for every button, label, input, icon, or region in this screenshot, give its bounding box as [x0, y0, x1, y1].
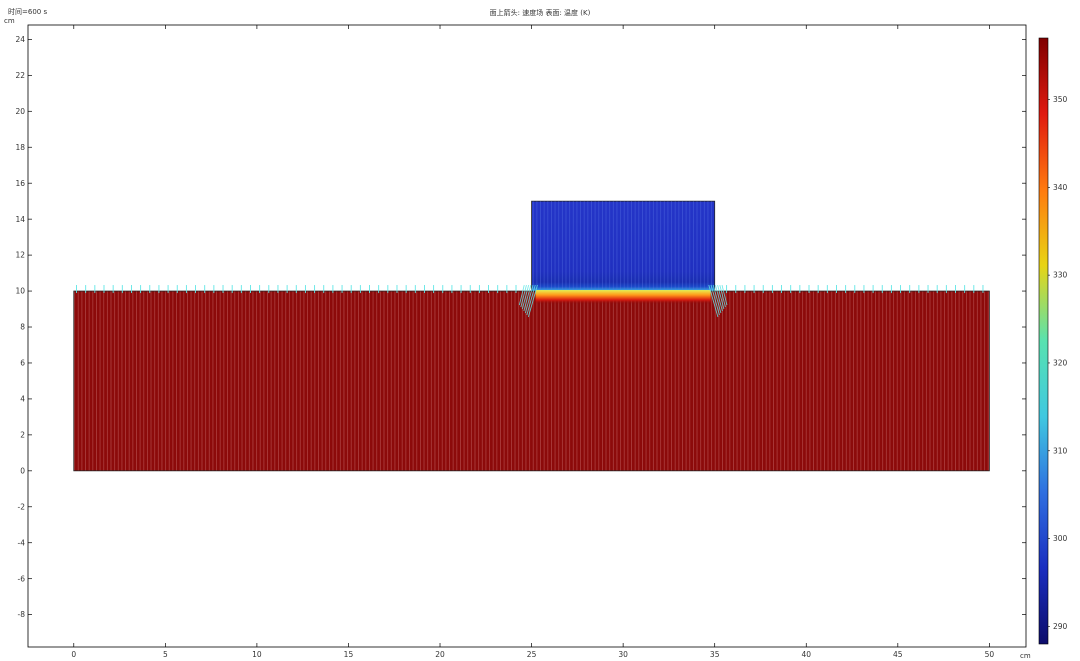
- y-tick-label: 0: [20, 466, 25, 475]
- y-tick-label: 24: [15, 35, 25, 44]
- x-tick-label: 30: [618, 650, 628, 659]
- y-tick-label: 8: [20, 323, 25, 332]
- x-tick-label: 25: [527, 650, 537, 659]
- y-tick-label: -4: [18, 538, 26, 547]
- colorbar: [1038, 37, 1049, 645]
- colorbar-tick-label: 310: [1053, 446, 1068, 455]
- y-tick-label: 14: [15, 215, 25, 224]
- colorbar-tick-label: 340: [1053, 183, 1068, 192]
- y-tick-label: 22: [15, 71, 25, 80]
- x-tick-label: 10: [252, 650, 262, 659]
- y-tick-label: 20: [15, 107, 25, 116]
- x-tick-label: 5: [163, 650, 168, 659]
- x-tick-label: 15: [344, 650, 354, 659]
- hot-region: [73, 290, 990, 472]
- colorbar-tick-label: 330: [1053, 271, 1068, 280]
- x-tick-label: 40: [801, 650, 811, 659]
- x-tick-label: 45: [893, 650, 903, 659]
- y-tick-label: 2: [20, 430, 25, 439]
- y-tick-label: 16: [15, 179, 25, 188]
- colorbar-tick-label: 290: [1053, 622, 1068, 631]
- y-tick-label: 12: [15, 251, 25, 260]
- colorbar-tick-label: 300: [1053, 534, 1068, 543]
- colorbar-tick-label: 350: [1053, 95, 1068, 104]
- y-tick-label: 6: [20, 359, 25, 368]
- y-tick-label: 4: [20, 395, 25, 404]
- y-tick-label: -2: [18, 502, 26, 511]
- x-tick-label: 0: [71, 650, 76, 659]
- y-tick-label: 18: [15, 143, 25, 152]
- colorbar-tick-label: 320: [1053, 359, 1068, 368]
- y-tick-label: -6: [18, 574, 26, 583]
- y-tick-label: -8: [18, 610, 26, 619]
- x-tick-label: 20: [435, 650, 445, 659]
- x-tick-label: 35: [710, 650, 720, 659]
- x-tick-label: 50: [985, 650, 995, 659]
- cold-region-arrows: [531, 201, 715, 292]
- y-tick-label: 10: [15, 287, 25, 296]
- interface-glow: [535, 290, 711, 305]
- temperature-velocity-plot: 0 5 10 15 20 25 30 35 40 45 50-8-6-4-2024681012141…: [15, 24, 1068, 659]
